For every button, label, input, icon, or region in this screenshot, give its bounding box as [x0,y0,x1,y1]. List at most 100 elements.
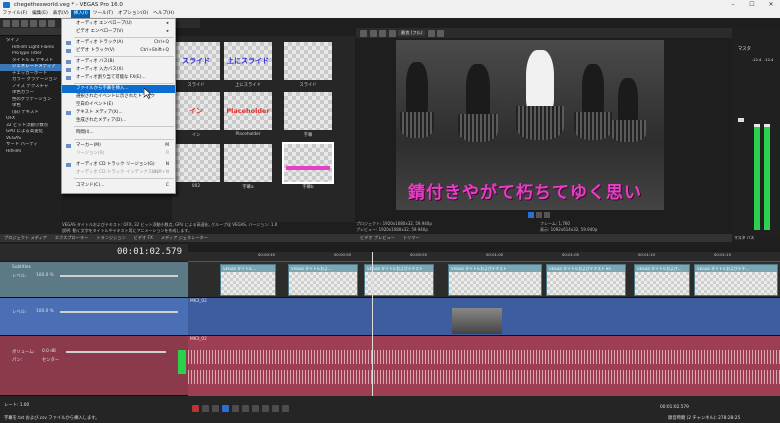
video-fx-icon[interactable] [388,29,396,37]
fx-thumb[interactable]: イン [172,92,220,130]
menu-item-video-track[interactable]: ビデオ トラック(V) Ctrl+Shift+Q [62,47,175,55]
play-icon[interactable] [528,212,534,218]
timecode-display[interactable]: 00:01:02.579 [117,247,182,257]
tab-trimmer[interactable]: トリマー [403,234,420,242]
subtitle-clip[interactable]: VEGAS タイトルおよびテキスト [364,264,434,296]
menu-item-input-bus[interactable]: オーディオ 入力バス(X) [62,66,175,74]
menu-item-audio-track[interactable]: オーディオ トラック(A) Ctrl+Q [62,39,175,47]
track-header-audio[interactable]: ボリューム: 0.0 dB パン: センター [0,336,188,396]
preview-settings-icon[interactable] [360,29,367,37]
render-icon[interactable] [30,19,37,27]
menu-tools[interactable]: ツール(T) [90,10,115,18]
menu-item-cd-track-region[interactable]: オーディオ CD トラック リージョン(G) N [62,161,175,169]
menu-item-insert-subtitles[interactable]: ファイルから字幕を挿入... [62,85,175,93]
timeline-ruler[interactable]: 00:00:45 00:00:50 00:00:55 00:01:00 00:0… [188,252,780,262]
minimize-button[interactable]: – [724,0,742,10]
properties-icon[interactable] [39,19,46,27]
menu-item-time[interactable]: 時間(I)... [62,129,175,137]
copy-snapshot-icon[interactable] [437,29,445,37]
tab-video-preview[interactable]: ビデオ プレビュー [360,234,395,242]
quality-select[interactable]: 最良 (フル) [398,30,426,36]
snapshot-icon[interactable] [427,29,435,37]
video-track-lane[interactable]: MK3_02 [188,298,780,336]
subtitle-clip[interactable]: VEGAS タイトルおよびテキ... [694,264,778,296]
open-icon[interactable] [12,19,19,27]
new-project-icon[interactable] [3,19,10,27]
fx-thumb[interactable]: スライド [172,42,220,80]
audio-bus-icon [66,60,71,64]
menu-item-cd-track-index[interactable]: オーディオ CD トラック インデックス(X) Shift+N [62,169,175,177]
video-preview[interactable]: 錆付きやがて朽ちてゆく思い [396,40,664,210]
menu-insert[interactable]: 挿入(I) [71,10,91,18]
go-to-end-icon[interactable] [262,405,269,412]
menu-item-empty-event[interactable]: 空白のイベント(E) [62,101,175,109]
fx-thumb-selected[interactable] [282,142,334,184]
search-input[interactable] [0,28,62,36]
tree-item[interactable]: HitFilm [0,149,62,156]
audio-track-icon [66,41,71,45]
menu-edit[interactable]: 編集(E) [30,10,51,18]
loop-icon[interactable] [202,405,209,412]
stop-icon[interactable] [242,405,249,412]
maximize-button[interactable]: ☐ [743,0,761,10]
audio-track-lane[interactable]: MK3_02 [188,336,780,396]
menu-item-marker[interactable]: マーカー(M) M [62,142,175,150]
tab-transitions[interactable]: トランジション [96,234,125,242]
overlays-icon[interactable] [379,29,386,37]
master-bus-tab[interactable]: マスタ バス [734,235,754,241]
subtitle-clip[interactable]: VEGAS タイトル... [220,264,276,296]
tab-explorer[interactable]: エクスプローラー [55,234,88,242]
subtitle-clip[interactable]: VEGAS タイトルおよびテキスト 65 [546,264,626,296]
menu-help[interactable]: ヘルプ(H) [151,10,177,18]
fader-handle[interactable] [738,118,744,122]
fx-thumb[interactable] [224,144,272,182]
menu-item-generated-media[interactable]: 生成されたメディア(D)... [62,117,175,125]
level-slider[interactable] [60,311,178,313]
stop-icon[interactable] [544,212,550,218]
audio-clip[interactable]: MK3_02 [188,336,780,396]
menu-item-audio-bus[interactable]: オーディオ バス(B) [62,58,175,66]
fx-thumb[interactable]: 上にスライド [224,42,272,80]
menu-item-command[interactable]: コマンド(C)... C [62,182,175,190]
fx-thumb[interactable] [284,92,332,130]
menu-file[interactable]: ファイル(F) [0,10,30,18]
menu-item-text-media[interactable]: テキスト メディア(X)... [62,109,175,117]
close-button[interactable]: ✕ [762,0,780,10]
tab-project-media[interactable]: プロジェクト メディア [4,234,47,242]
pause-icon[interactable] [232,405,239,412]
subtitle-clip[interactable]: VEGAS タイトルおよび... [634,264,690,296]
record-time: 録音時間 (2 チャンネル): 278:28:25 [668,416,741,421]
fx-thumb[interactable]: Placeholder [224,92,272,130]
prev-frame-icon[interactable] [272,405,279,412]
go-to-start-icon[interactable] [252,405,259,412]
play-from-start-icon[interactable] [212,405,219,412]
menu-item-label: リージョン(R) [76,151,105,156]
menu-item-audio-envelope[interactable]: オーディオ エンベロープ(U) ▸ [62,20,175,28]
level-slider[interactable] [60,275,178,277]
undo-icon[interactable] [48,19,55,27]
track-header-video[interactable]: レベル: 100.0 % [0,298,188,336]
menu-options[interactable]: オプション(O) [116,10,151,18]
play-icon[interactable] [222,405,229,412]
track-header-subtitles[interactable]: Subtitles レベル: 100.0 % [0,262,188,298]
save-icon[interactable] [21,19,28,27]
subtitle-track-lane[interactable]: VEGAS タイトル... VEGAS タイトルおよ... VEGAS タイトル… [188,262,780,298]
subtitle-clip[interactable]: VEGAS タイトルおよ... [288,264,358,296]
playhead[interactable] [372,252,373,402]
frame-value: 1,760 [558,221,570,226]
menu-item-track-from-events[interactable]: 選択されたイベントに示されたトラック [62,93,175,101]
menu-item-video-envelope[interactable]: ビデオ エンベロープ(V) ▸ [62,28,175,36]
record-icon[interactable] [192,405,199,412]
fx-thumb[interactable] [284,42,332,80]
next-frame-icon[interactable] [282,405,289,412]
tab-media-generators[interactable]: メディア ジェネレーター [161,234,208,242]
subtitle-clip[interactable]: VEGAS タイトルおよびテキスト [448,264,542,296]
menu-view[interactable]: 表示(V) [50,10,71,18]
tab-video-fx[interactable]: ビデオ FX [134,234,153,242]
volume-slider[interactable] [66,351,166,353]
split-screen-icon[interactable] [369,29,377,37]
fx-thumb[interactable] [172,144,220,182]
menu-item-region[interactable]: リージョン(R) R [62,150,175,158]
menu-item-assignable-fx[interactable]: オーディオ割り当て可能な FX(E)... [62,74,175,82]
pause-icon[interactable] [536,212,542,218]
